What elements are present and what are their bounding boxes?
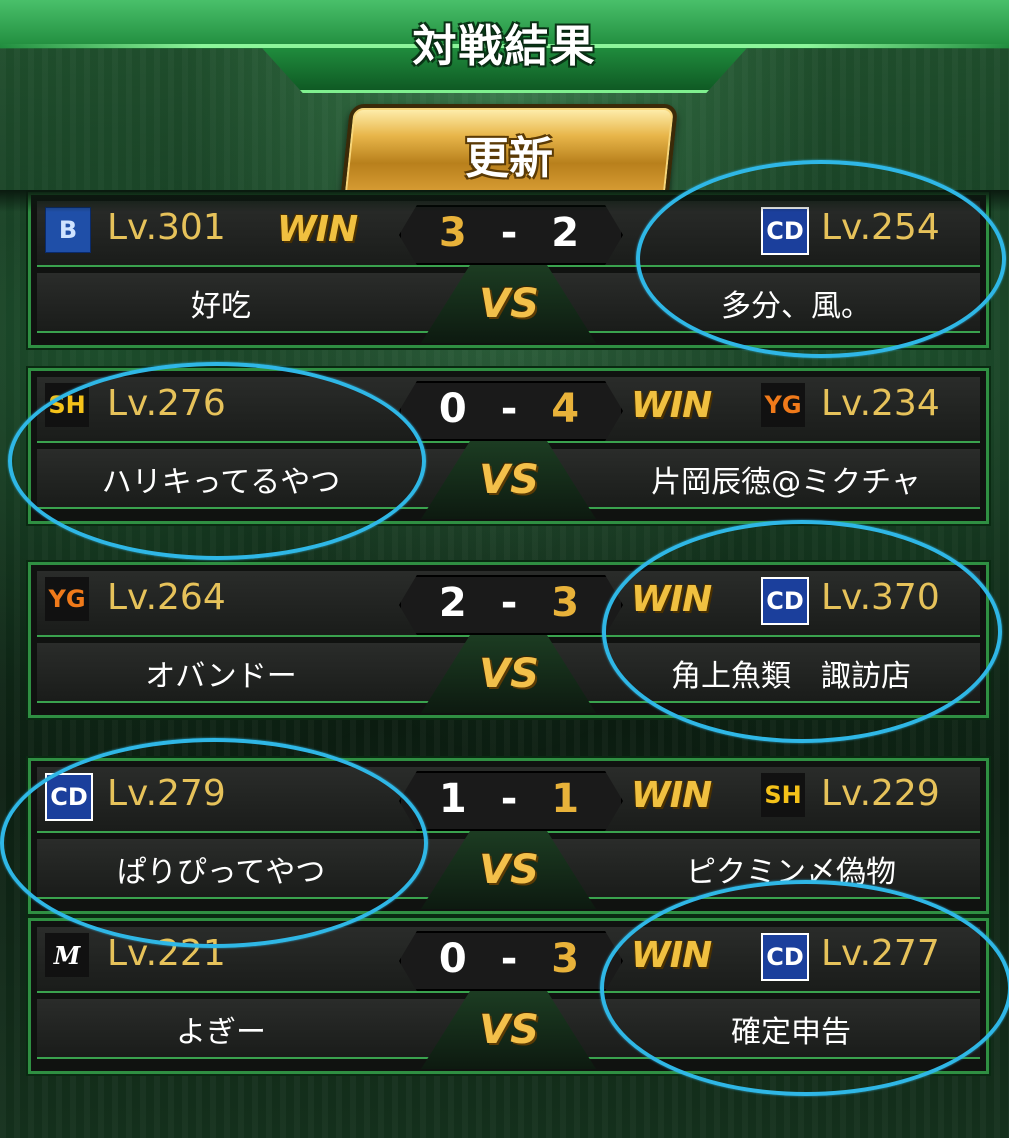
left-level: Lv.264 <box>107 577 226 618</box>
win-badge: WIN <box>631 775 712 816</box>
highlight-circle <box>602 520 1002 743</box>
refresh-button-label: 更新 <box>465 133 553 184</box>
highlight-circle <box>636 160 1006 358</box>
score-dash: - <box>500 386 518 432</box>
score-right: 1 <box>551 776 580 822</box>
score-display: 0 - 4 <box>399 381 619 437</box>
right-level: Lv.234 <box>821 383 940 424</box>
vs-label: VS <box>479 847 539 893</box>
score-left: 2 <box>438 580 467 626</box>
giants-logo-icon: YG <box>761 383 805 427</box>
score-dash: - <box>500 210 518 256</box>
vs-label: VS <box>479 457 539 503</box>
score-right: 3 <box>551 580 580 626</box>
score-dash: - <box>500 936 518 982</box>
score-display: 3 - 2 <box>399 205 619 261</box>
refresh-button[interactable]: 更新 <box>339 104 679 204</box>
score-display: 1 - 1 <box>399 771 619 827</box>
vs-label: VS <box>479 1007 539 1053</box>
score-right: 2 <box>551 210 580 256</box>
highlight-circle <box>0 738 428 948</box>
score-right: 3 <box>551 936 580 982</box>
vs-label: VS <box>479 281 539 327</box>
left-player-name[interactable]: オバンドー <box>71 651 371 695</box>
left-player-name[interactable]: 好吃 <box>71 281 371 325</box>
score-right: 4 <box>551 386 580 432</box>
right-level: Lv.229 <box>821 773 940 814</box>
score-left: 0 <box>438 386 467 432</box>
win-badge: WIN <box>631 385 712 426</box>
win-badge: WIN <box>277 209 358 250</box>
baystars-logo-icon: B <box>45 207 91 253</box>
highlight-circle <box>8 362 426 560</box>
score-dash: - <box>500 776 518 822</box>
score-left: 3 <box>438 210 467 256</box>
giants-logo-icon: YG <box>45 577 89 621</box>
score-dash: - <box>500 580 518 626</box>
score-left: 0 <box>438 936 467 982</box>
score-left: 1 <box>438 776 467 822</box>
left-player-name[interactable]: よぎー <box>71 1007 371 1051</box>
hawks-logo-icon: SH <box>761 773 805 817</box>
score-display: 2 - 3 <box>399 575 619 631</box>
right-player-name[interactable]: 片岡辰徳@ミクチャ <box>621 457 951 501</box>
marines-logo-icon: M <box>45 933 89 977</box>
highlight-circle <box>600 880 1009 1096</box>
page-title: 対戦結果 <box>412 21 597 72</box>
score-display: 0 - 3 <box>399 931 619 987</box>
left-level: Lv.301 <box>107 207 226 248</box>
vs-label: VS <box>479 651 539 697</box>
